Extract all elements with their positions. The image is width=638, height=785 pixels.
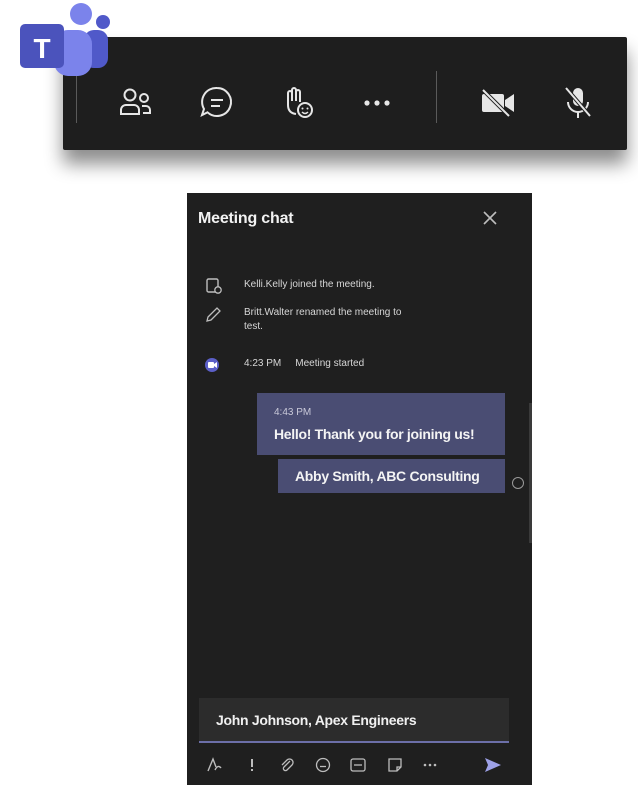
message-time: 4:43 PM (274, 407, 312, 418)
send-button[interactable] (481, 753, 505, 777)
message-status-icon (512, 477, 524, 489)
event-item: Britt.Walter renamed the meeting to test… (204, 306, 414, 334)
more-icon (364, 100, 390, 106)
important-button[interactable] (242, 755, 262, 775)
message-text: Abby Smith, ABC Consulting (295, 468, 480, 484)
send-icon (485, 758, 501, 772)
meeting-chat-panel: Meeting chat Kelli.Kelly joined the meet… (187, 193, 532, 785)
camera-off-icon (481, 88, 514, 118)
people-icon (120, 88, 151, 115)
event-text: Britt.Walter renamed the meeting to test… (244, 307, 402, 332)
event-text: Meeting started (295, 358, 365, 369)
meeting-toolbar (63, 37, 627, 150)
close-icon (483, 211, 497, 225)
raise-hand-icon (287, 87, 313, 118)
toolbar-divider (436, 71, 437, 123)
sticker-button[interactable] (385, 755, 405, 775)
sticker-icon (388, 758, 402, 772)
camera-button[interactable] (476, 81, 520, 125)
compose-input[interactable] (199, 698, 509, 741)
attach-button[interactable] (277, 755, 297, 775)
more-icon (423, 763, 437, 767)
attach-icon (281, 758, 294, 772)
format-icon (207, 757, 222, 772)
event-item: 4:23 PM Meeting started (204, 357, 364, 373)
message-bubble[interactable]: 4:43 PM Hello! Thank you for joining us! (257, 393, 505, 455)
event-item: Kelli.Kelly joined the meeting. (204, 278, 414, 294)
chat-icon (200, 86, 232, 117)
emoji-button[interactable] (313, 755, 333, 775)
event-text: Kelli.Kelly joined the meeting. (244, 279, 375, 290)
mic-off-icon (564, 86, 592, 118)
event-time: 4:23 PM (244, 358, 282, 369)
gif-button[interactable] (348, 755, 368, 775)
message-text: Hello! Thank you for joining us! (274, 426, 475, 442)
scrollbar[interactable] (529, 403, 532, 543)
join-icon (206, 278, 222, 294)
reactions-button[interactable] (275, 81, 319, 125)
more-options-button[interactable] (420, 755, 440, 775)
teams-logo-letter: T (33, 33, 50, 64)
mic-button[interactable] (556, 81, 600, 125)
format-button[interactable] (205, 755, 225, 775)
chat-title: Meeting chat (198, 210, 294, 227)
chat-button[interactable] (195, 81, 239, 125)
people-button[interactable] (114, 81, 158, 125)
more-button[interactable] (355, 81, 399, 125)
pencil-icon (206, 307, 221, 322)
important-icon (251, 759, 253, 771)
message-bubble[interactable]: Abby Smith, ABC Consulting (278, 459, 505, 493)
compose-box (199, 698, 509, 743)
close-button[interactable] (479, 207, 501, 229)
video-icon (205, 358, 219, 372)
gif-icon (350, 758, 366, 772)
teams-logo: T (18, 2, 110, 80)
emoji-icon (315, 757, 331, 773)
